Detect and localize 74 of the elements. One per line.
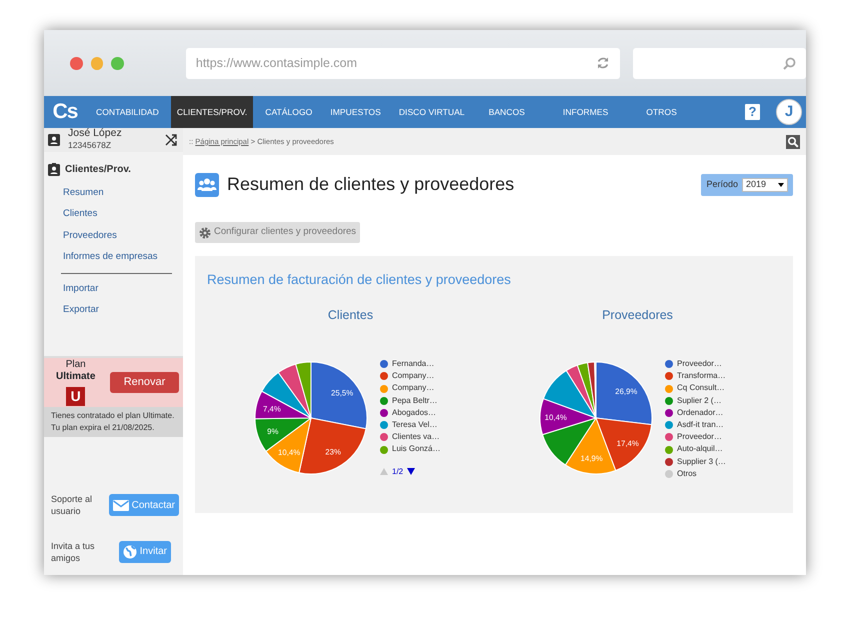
legend-label: Suplier 2 (… xyxy=(677,394,722,407)
globe-icon xyxy=(122,544,137,559)
legend-label: Ordenador… xyxy=(677,406,724,419)
search-icon xyxy=(782,56,796,70)
gear-icon xyxy=(199,226,211,238)
chart-title: Proveedores xyxy=(601,307,674,324)
legend-label: Auto-alquil… xyxy=(677,443,723,456)
legend-label: Clientes va… xyxy=(392,431,440,444)
nav-tab[interactable]: CLIENTES/PROV. xyxy=(170,96,254,128)
envelope-icon xyxy=(112,498,129,512)
plan-info-text: Tu plan expira el 21/08/2025. xyxy=(51,422,156,434)
legend-label: Abogados… xyxy=(392,406,436,419)
sidebar-link[interactable]: Resumen xyxy=(44,183,183,204)
section-title: Clientes/Prov. xyxy=(65,163,131,178)
nav-tab[interactable]: IMPUESTOS xyxy=(324,96,387,128)
sidebar-link[interactable]: Informes de empresas xyxy=(44,246,183,268)
url-text: https://www.contasimple.com xyxy=(196,54,358,72)
nav-tab[interactable]: OTROS xyxy=(634,96,689,128)
sidebar-link[interactable]: Exportar xyxy=(44,300,183,322)
plan-info-text: Tienes contratado el plan Ultimate. xyxy=(51,410,176,422)
shuffle-icon[interactable] xyxy=(165,134,177,146)
window-control-icon[interactable] xyxy=(111,56,124,70)
nav-tab[interactable]: BANCOS xyxy=(476,96,537,128)
chart-title: Clientes xyxy=(326,307,374,324)
period-label: Período xyxy=(706,178,738,191)
period-select[interactable]: 2019 xyxy=(742,178,788,192)
legend-label: Company… xyxy=(392,370,434,382)
panel-title: Resumen de facturación de clientes y proveedores xyxy=(207,271,512,289)
support-label: Invita a tus amigos xyxy=(51,540,96,564)
window-control-icon[interactable] xyxy=(70,56,83,70)
legend-label: Luis Gonzá… xyxy=(392,443,440,456)
nav-tab[interactable]: CONTABILIDAD xyxy=(90,96,165,128)
address-bar[interactable]: https://www.contasimple.com xyxy=(186,48,620,78)
sidebar-link[interactable]: Proveedores xyxy=(44,226,183,247)
sidebar-link[interactable]: Clientes xyxy=(44,204,183,226)
page-title: Resumen de clientes y proveedores xyxy=(227,173,514,196)
reload-icon[interactable] xyxy=(596,56,610,70)
nav-tab[interactable]: INFORMES xyxy=(550,96,620,128)
contact-button[interactable]: Contactar xyxy=(108,494,179,516)
avatar[interactable]: J xyxy=(776,99,802,125)
support-label: Soporte al usuario xyxy=(51,493,94,518)
legend-label: Transforma… xyxy=(677,370,726,382)
legend-label: Fernanda… xyxy=(392,358,434,370)
legend-label: Teresa Vel… xyxy=(392,419,438,432)
contact-card-icon xyxy=(48,134,60,146)
pager-text: 1/2 xyxy=(392,466,404,478)
plan-name: Ultimate xyxy=(56,370,96,383)
plan-badge: U xyxy=(66,386,86,406)
legend-label: Proveedor… xyxy=(677,358,722,370)
sidebar-link[interactable]: Importar xyxy=(44,279,183,300)
down-arrow-icon[interactable] xyxy=(407,468,416,476)
logo[interactable]: Cs xyxy=(44,96,86,128)
people-icon xyxy=(195,172,219,196)
legend-label: Proveedor… xyxy=(677,431,722,444)
nav-tab[interactable]: DISCO VIRTUAL xyxy=(392,96,471,128)
search-button[interactable] xyxy=(786,134,800,148)
plan-label: Plan xyxy=(66,358,86,371)
renew-button[interactable]: Renovar xyxy=(110,372,179,393)
user-name: José López xyxy=(68,128,122,140)
nav-tab[interactable]: CATÁLOGO xyxy=(259,96,318,128)
legend-label: Pepa Beltr… xyxy=(392,394,438,407)
window-control-icon[interactable] xyxy=(90,56,104,70)
legend-label: Company… xyxy=(392,382,434,394)
clipboard-person-icon xyxy=(48,163,60,176)
invite-button[interactable]: Invitar xyxy=(118,540,171,563)
legend-label: Asdf-it tran… xyxy=(677,419,724,432)
legend-label: Supplier 3 (… xyxy=(677,456,726,468)
help-button[interactable]: ? xyxy=(745,104,760,120)
legend-label: Cq Consult… xyxy=(677,382,725,394)
search-field[interactable] xyxy=(632,48,806,78)
legend-label: Otros xyxy=(677,468,697,480)
user-id: 12345678Z xyxy=(68,139,112,152)
caret-icon xyxy=(778,182,784,186)
configure-button[interactable]: Configurar clientes y proveedores xyxy=(195,222,360,243)
